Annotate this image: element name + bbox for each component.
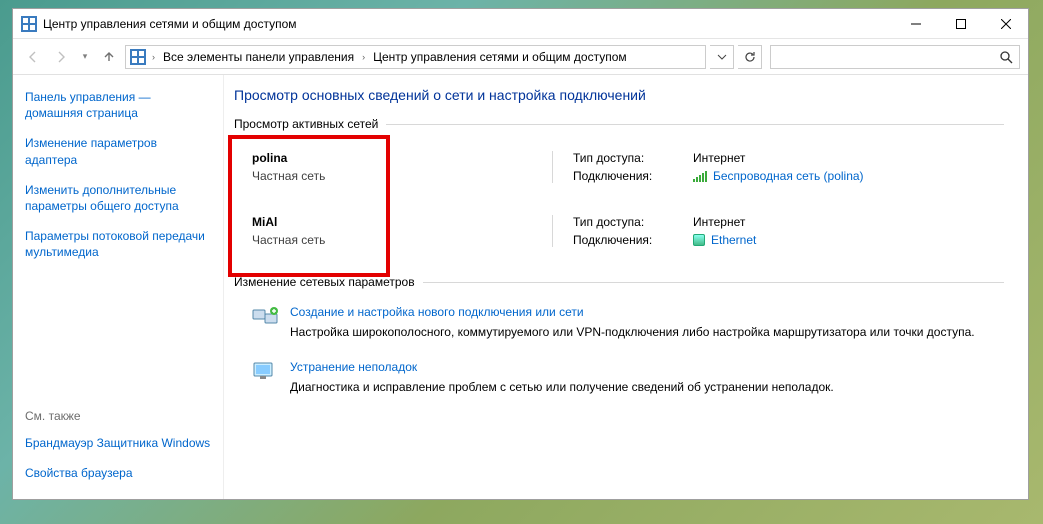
network-info: Тип доступа: Интернет Подключения: Беспр… <box>534 141 1004 205</box>
window: Центр управления сетями и общим доступом… <box>12 8 1029 500</box>
connection-link-ethernet[interactable]: Ethernet <box>693 233 1004 247</box>
minimize-button[interactable] <box>893 9 938 38</box>
new-connection-icon <box>252 305 280 329</box>
task-troubleshoot: Устранение неполадок Диагностика и испра… <box>234 354 1004 409</box>
address-bar[interactable]: › Все элементы панели управления › Центр… <box>125 45 706 69</box>
search-input[interactable] <box>770 45 1020 69</box>
connections-label: Подключения: <box>573 233 693 247</box>
breadcrumb-item[interactable]: Центр управления сетями и общим доступом <box>371 50 629 64</box>
wifi-signal-icon <box>693 170 707 182</box>
task-link[interactable]: Создание и настройка нового подключения … <box>290 305 975 319</box>
maximize-button[interactable] <box>938 9 983 38</box>
back-button[interactable] <box>21 45 45 69</box>
access-type-value: Интернет <box>693 215 1004 229</box>
breadcrumb-sep-icon[interactable]: › <box>150 52 157 62</box>
sidebar-link-browser[interactable]: Свойства браузера <box>25 465 211 481</box>
sidebar-link-adapter[interactable]: Изменение параметров адаптера <box>25 135 211 167</box>
control-panel-home-link[interactable]: Панель управления — домашняя страница <box>25 89 211 121</box>
toolbar: ▾ › Все элементы панели управления › Цен… <box>13 39 1028 75</box>
task-link[interactable]: Устранение неполадок <box>290 360 834 374</box>
address-dropdown[interactable] <box>710 45 734 69</box>
task-desc: Настройка широкополосного, коммутируемог… <box>290 324 975 340</box>
ethernet-icon <box>693 234 705 246</box>
section-change-settings: Изменение сетевых параметров <box>234 275 1004 289</box>
network-type: Частная сеть <box>252 169 534 183</box>
access-type-label: Тип доступа: <box>573 151 693 165</box>
up-button[interactable] <box>97 45 121 69</box>
network-block: MiAl Частная сеть <box>234 205 534 269</box>
task-new-connection: Создание и настройка нового подключения … <box>234 299 1004 354</box>
network-name: polina <box>252 151 534 165</box>
section-active-networks: Просмотр активных сетей <box>234 117 1004 131</box>
history-dropdown[interactable]: ▾ <box>77 45 93 69</box>
network-type: Частная сеть <box>252 233 534 247</box>
network-info: Тип доступа: Интернет Подключения: Ether… <box>534 205 1004 269</box>
page-heading: Просмотр основных сведений о сети и наст… <box>234 87 1004 103</box>
control-panel-icon <box>130 49 146 65</box>
sidebar-link-sharing[interactable]: Изменить дополнительные параметры общего… <box>25 182 211 214</box>
network-name: MiAl <box>252 215 534 229</box>
refresh-button[interactable] <box>738 45 762 69</box>
breadcrumb-item[interactable]: Все элементы панели управления <box>161 50 356 64</box>
sidebar: Панель управления — домашняя страница Из… <box>13 75 223 499</box>
access-type-label: Тип доступа: <box>573 215 693 229</box>
main-content: Просмотр основных сведений о сети и наст… <box>223 75 1028 499</box>
window-title: Центр управления сетями и общим доступом <box>43 17 893 31</box>
task-desc: Диагностика и исправление проблем с сеть… <box>290 379 834 395</box>
connections-label: Подключения: <box>573 169 693 183</box>
network-block: polina Частная сеть <box>234 141 534 205</box>
close-button[interactable] <box>983 9 1028 38</box>
titlebar: Центр управления сетями и общим доступом <box>13 9 1028 39</box>
troubleshoot-icon <box>252 360 280 384</box>
sidebar-link-streaming[interactable]: Параметры потоковой передачи мультимедиа <box>25 228 211 260</box>
search-icon <box>999 50 1013 64</box>
see-also-label: См. также <box>25 409 211 423</box>
breadcrumb-sep-icon[interactable]: › <box>360 52 367 62</box>
access-type-value: Интернет <box>693 151 1004 165</box>
app-icon <box>21 16 37 32</box>
sidebar-link-firewall[interactable]: Брандмауэр Защитника Windows <box>25 435 211 451</box>
forward-button[interactable] <box>49 45 73 69</box>
connection-link-wifi[interactable]: Беспроводная сеть (polina) <box>693 169 1004 183</box>
